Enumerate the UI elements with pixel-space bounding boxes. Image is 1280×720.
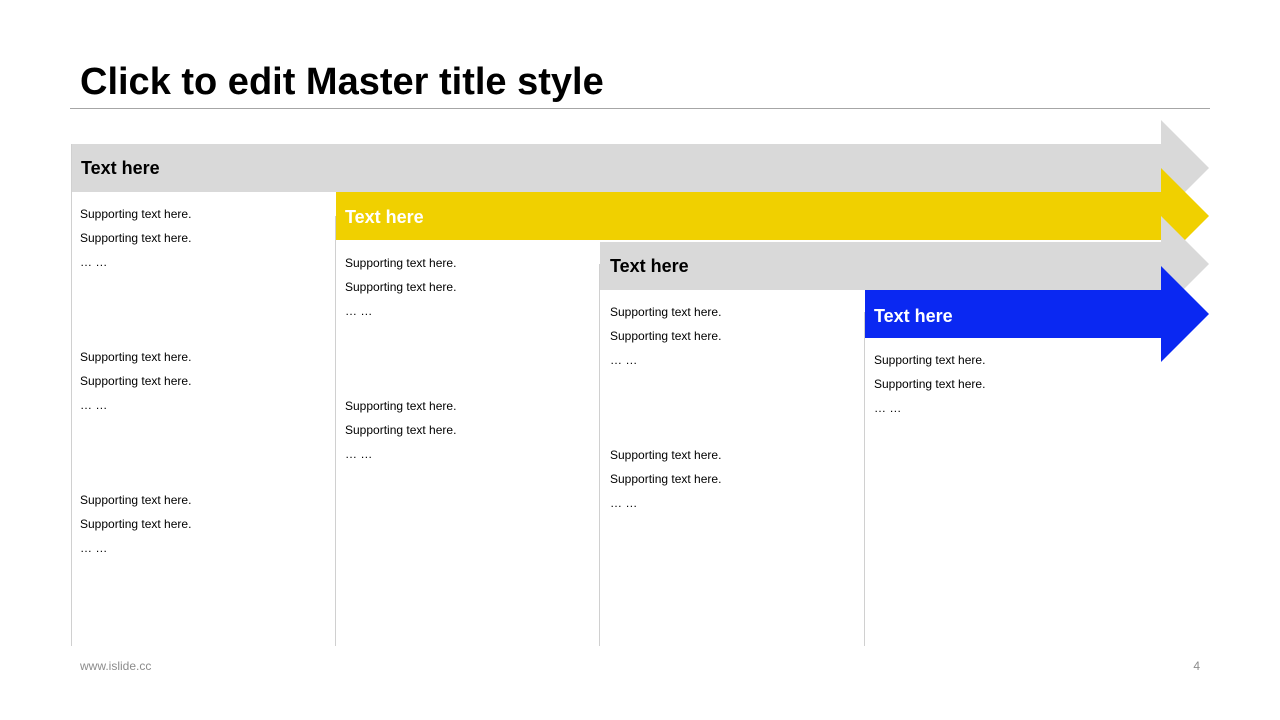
supporting-text: Supporting text here. xyxy=(610,305,722,319)
ellipsis-text: … … xyxy=(610,353,638,367)
supporting-text: Supporting text here. xyxy=(345,256,457,270)
supporting-text: Supporting text here. xyxy=(80,517,192,531)
supporting-text: Supporting text here. xyxy=(345,399,457,413)
supporting-text: Supporting text here. xyxy=(345,423,457,437)
stage-1-text-block[interactable]: Supporting text here. Supporting text he… xyxy=(80,488,191,560)
ellipsis-text: … … xyxy=(874,401,902,415)
stage-2-text-block[interactable]: Supporting text here. Supporting text he… xyxy=(345,251,456,323)
stage-4-label: Text here xyxy=(874,306,953,326)
supporting-text: Supporting text here. xyxy=(80,207,192,221)
stage-3-text-block[interactable]: Supporting text here. Supporting text he… xyxy=(610,443,721,515)
supporting-text: Supporting text here. xyxy=(610,448,722,462)
supporting-text: Supporting text here. xyxy=(80,350,192,364)
slide-title[interactable]: Click to edit Master title style xyxy=(80,58,604,106)
ellipsis-text: … … xyxy=(345,304,373,318)
stage-2-text-block[interactable]: Supporting text here. Supporting text he… xyxy=(345,394,456,466)
ellipsis-text: … … xyxy=(345,447,373,461)
ellipsis-text: … … xyxy=(80,398,108,412)
column-divider xyxy=(864,312,865,646)
stage-3-text-block[interactable]: Supporting text here. Supporting text he… xyxy=(610,300,721,372)
stage-1-text-block[interactable]: Supporting text here. Supporting text he… xyxy=(80,202,191,274)
stage-4-text-block[interactable]: Supporting text here. Supporting text he… xyxy=(874,348,985,420)
page-number: 4 xyxy=(1193,659,1200,673)
stage-3-label: Text here xyxy=(610,256,689,276)
ellipsis-text: … … xyxy=(610,496,638,510)
ellipsis-text: … … xyxy=(80,541,108,555)
supporting-text: Supporting text here. xyxy=(80,493,192,507)
stage-1-label: Text here xyxy=(81,158,160,178)
supporting-text: Supporting text here. xyxy=(610,472,722,486)
supporting-text: Supporting text here. xyxy=(345,280,457,294)
supporting-text: Supporting text here. xyxy=(874,353,986,367)
column-divider xyxy=(599,264,600,646)
stage-2-label: Text here xyxy=(345,207,424,227)
ellipsis-text: … … xyxy=(80,255,108,269)
supporting-text: Supporting text here. xyxy=(610,329,722,343)
column-divider xyxy=(71,144,72,646)
supporting-text: Supporting text here. xyxy=(80,231,192,245)
supporting-text: Supporting text here. xyxy=(80,374,192,388)
footer-url: www.islide.cc xyxy=(80,659,152,673)
stage-1-text-block[interactable]: Supporting text here. Supporting text he… xyxy=(80,345,191,417)
column-divider xyxy=(335,216,336,646)
title-divider xyxy=(70,108,1210,109)
supporting-text: Supporting text here. xyxy=(874,377,986,391)
